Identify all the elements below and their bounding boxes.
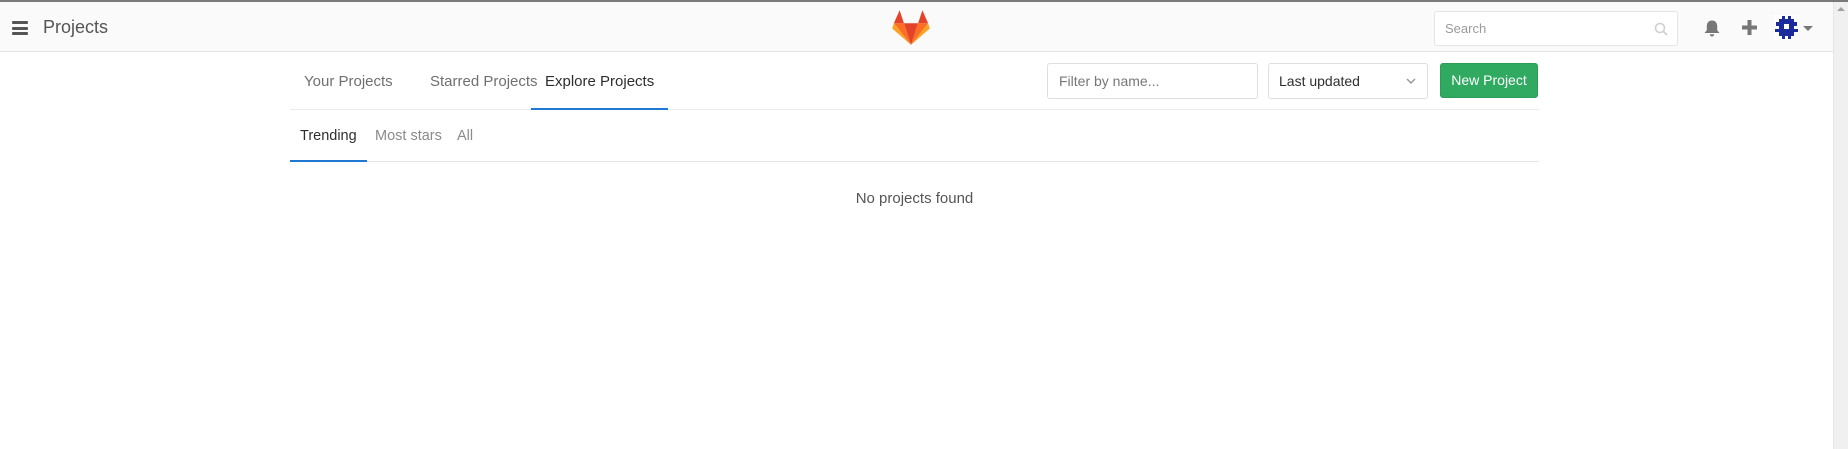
gitlab-logo-icon[interactable] [892, 10, 930, 46]
scroll-up-arrow-icon[interactable] [1837, 7, 1845, 11]
tab-explore-projects[interactable]: Explore Projects [531, 54, 669, 110]
search-icon [1654, 22, 1668, 36]
hamburger-menu-icon[interactable] [12, 21, 28, 35]
tab-your-projects[interactable]: Your Projects [290, 54, 407, 110]
sort-selected-label: Last updated [1279, 73, 1360, 89]
filter-by-name-input[interactable] [1047, 63, 1258, 99]
top-navbar: Projects [0, 0, 1848, 52]
explore-subtabs: Trending Most stars All [290, 110, 1539, 162]
sort-dropdown[interactable]: Last updated [1268, 63, 1428, 99]
search-input[interactable] [1435, 12, 1635, 45]
plus-icon[interactable] [1741, 19, 1758, 36]
subtab-trending[interactable]: Trending [290, 110, 367, 162]
caret-down-icon[interactable] [1803, 26, 1813, 31]
empty-state-message: No projects found [855, 190, 974, 207]
avatar[interactable] [1774, 15, 1799, 40]
search-box[interactable] [1434, 11, 1678, 46]
bell-icon[interactable] [1703, 19, 1721, 38]
scrollbar[interactable] [1833, 2, 1848, 449]
subtab-most-stars[interactable]: Most stars [365, 110, 452, 162]
subtab-all[interactable]: All [447, 110, 483, 162]
chevron-down-icon [1406, 78, 1416, 85]
new-project-button[interactable]: New Project [1440, 63, 1538, 98]
page-title: Projects [43, 17, 109, 37]
